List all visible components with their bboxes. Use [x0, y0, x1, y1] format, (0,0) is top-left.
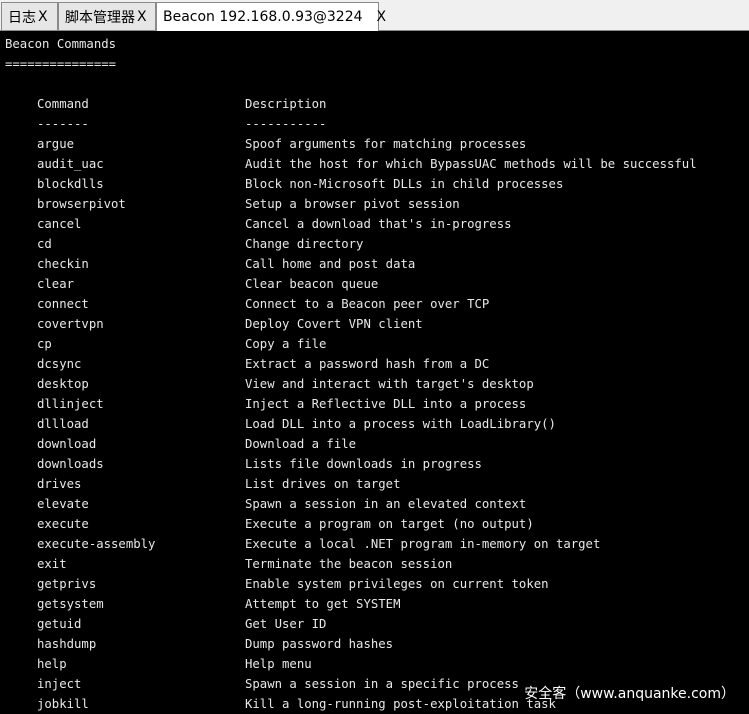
tab-beacon-session-label: Beacon 192.168.0.93@3224	[163, 9, 363, 25]
tab-script-manager[interactable]: 脚本管理器 X	[58, 2, 156, 30]
command-name: clear	[37, 277, 75, 291]
command-description: Cancel a download that's in-progress	[245, 217, 512, 231]
command-name: blockdlls	[37, 177, 104, 191]
command-name: audit_uac	[37, 157, 104, 171]
command-description: Enable system privileges on current toke…	[245, 577, 549, 591]
command-description: Setup a browser pivot session	[245, 197, 460, 211]
command-description: Spawn a session in an elevated context	[245, 497, 527, 511]
command-name: download	[37, 437, 97, 451]
command-description: Spoof arguments for matching processes	[245, 137, 527, 151]
tab-script-manager-close-icon[interactable]: X	[137, 9, 147, 25]
column-header-command: Command	[37, 97, 89, 111]
console-output[interactable]: Beacon Commands =============== Command …	[0, 31, 749, 714]
column-rule-command: -------	[37, 117, 89, 131]
console-heading: Beacon Commands	[5, 37, 117, 51]
console-heading-underline: ===============	[5, 57, 117, 71]
command-description: Help menu	[245, 657, 312, 671]
command-name: browserpivot	[37, 197, 126, 211]
command-name: downloads	[37, 457, 104, 471]
command-name: getprivs	[37, 577, 97, 591]
tab-bar: 日志 X 脚本管理器 X Beacon 192.168.0.93@3224 X	[0, 0, 749, 31]
command-name: drives	[37, 477, 82, 491]
command-name: exit	[37, 557, 67, 571]
command-description: Load DLL into a process with LoadLibrary…	[245, 417, 556, 431]
command-name: checkin	[37, 257, 89, 271]
command-description: Lists file downloads in progress	[245, 457, 482, 471]
command-description: Attempt to get SYSTEM	[245, 597, 401, 611]
command-name: cancel	[37, 217, 82, 231]
column-rule-description: -----------	[245, 117, 327, 131]
tab-script-manager-label: 脚本管理器	[65, 9, 135, 26]
command-name: help	[37, 657, 67, 671]
watermark: 安全客（www.anquanke.com）	[524, 686, 735, 702]
command-description: Kill a long-running post-exploitation ta…	[245, 697, 556, 711]
command-description: Change directory	[245, 237, 364, 251]
tab-beacon-session[interactable]: Beacon 192.168.0.93@3224 X	[156, 2, 386, 31]
command-description: View and interact with target's desktop	[245, 377, 534, 391]
command-description: Copy a file	[245, 337, 327, 351]
command-name: cd	[37, 237, 52, 251]
command-description: Spawn a session in a specific process	[245, 677, 519, 691]
tab-log-close-icon[interactable]: X	[38, 9, 48, 25]
command-name: covertvpn	[37, 317, 104, 331]
command-name: connect	[37, 297, 89, 311]
command-name: inject	[37, 677, 82, 691]
command-name: getsystem	[37, 597, 104, 611]
command-description: Execute a local .NET program in-memory o…	[245, 537, 601, 551]
command-description: Extract a password hash from a DC	[245, 357, 490, 371]
command-description: Audit the host for which BypassUAC metho…	[245, 157, 697, 171]
command-description: Dump password hashes	[245, 637, 394, 651]
command-description: Terminate the beacon session	[245, 557, 453, 571]
command-description: Clear beacon queue	[245, 277, 379, 291]
command-description: Connect to a Beacon peer over TCP	[245, 297, 490, 311]
command-description: Block non-Microsoft DLLs in child proces…	[245, 177, 564, 191]
command-description: List drives on target	[245, 477, 401, 491]
command-description: Call home and post data	[245, 257, 416, 271]
command-description: Deploy Covert VPN client	[245, 317, 423, 331]
command-description: Execute a program on target (no output)	[245, 517, 534, 531]
tab-log-label: 日志	[8, 9, 36, 26]
tab-beacon-session-close-icon[interactable]: X	[377, 9, 387, 25]
command-name: execute	[37, 517, 89, 531]
command-description: Get User ID	[245, 617, 327, 631]
command-name: cp	[37, 337, 52, 351]
command-name: dllinject	[37, 397, 104, 411]
command-description: Inject a Reflective DLL into a process	[245, 397, 527, 411]
command-name: argue	[37, 137, 75, 151]
command-name: jobkill	[37, 697, 89, 711]
tab-log[interactable]: 日志 X	[1, 2, 58, 30]
command-name: getuid	[37, 617, 82, 631]
command-name: desktop	[37, 377, 89, 391]
command-name: elevate	[37, 497, 89, 511]
column-header-description: Description	[245, 97, 327, 111]
beacon-console-window: 日志 X 脚本管理器 X Beacon 192.168.0.93@3224 X …	[0, 0, 749, 714]
command-name: dcsync	[37, 357, 82, 371]
command-description: Download a file	[245, 437, 357, 451]
command-name: execute-assembly	[37, 537, 156, 551]
command-name: hashdump	[37, 637, 97, 651]
command-name: dllload	[37, 417, 89, 431]
